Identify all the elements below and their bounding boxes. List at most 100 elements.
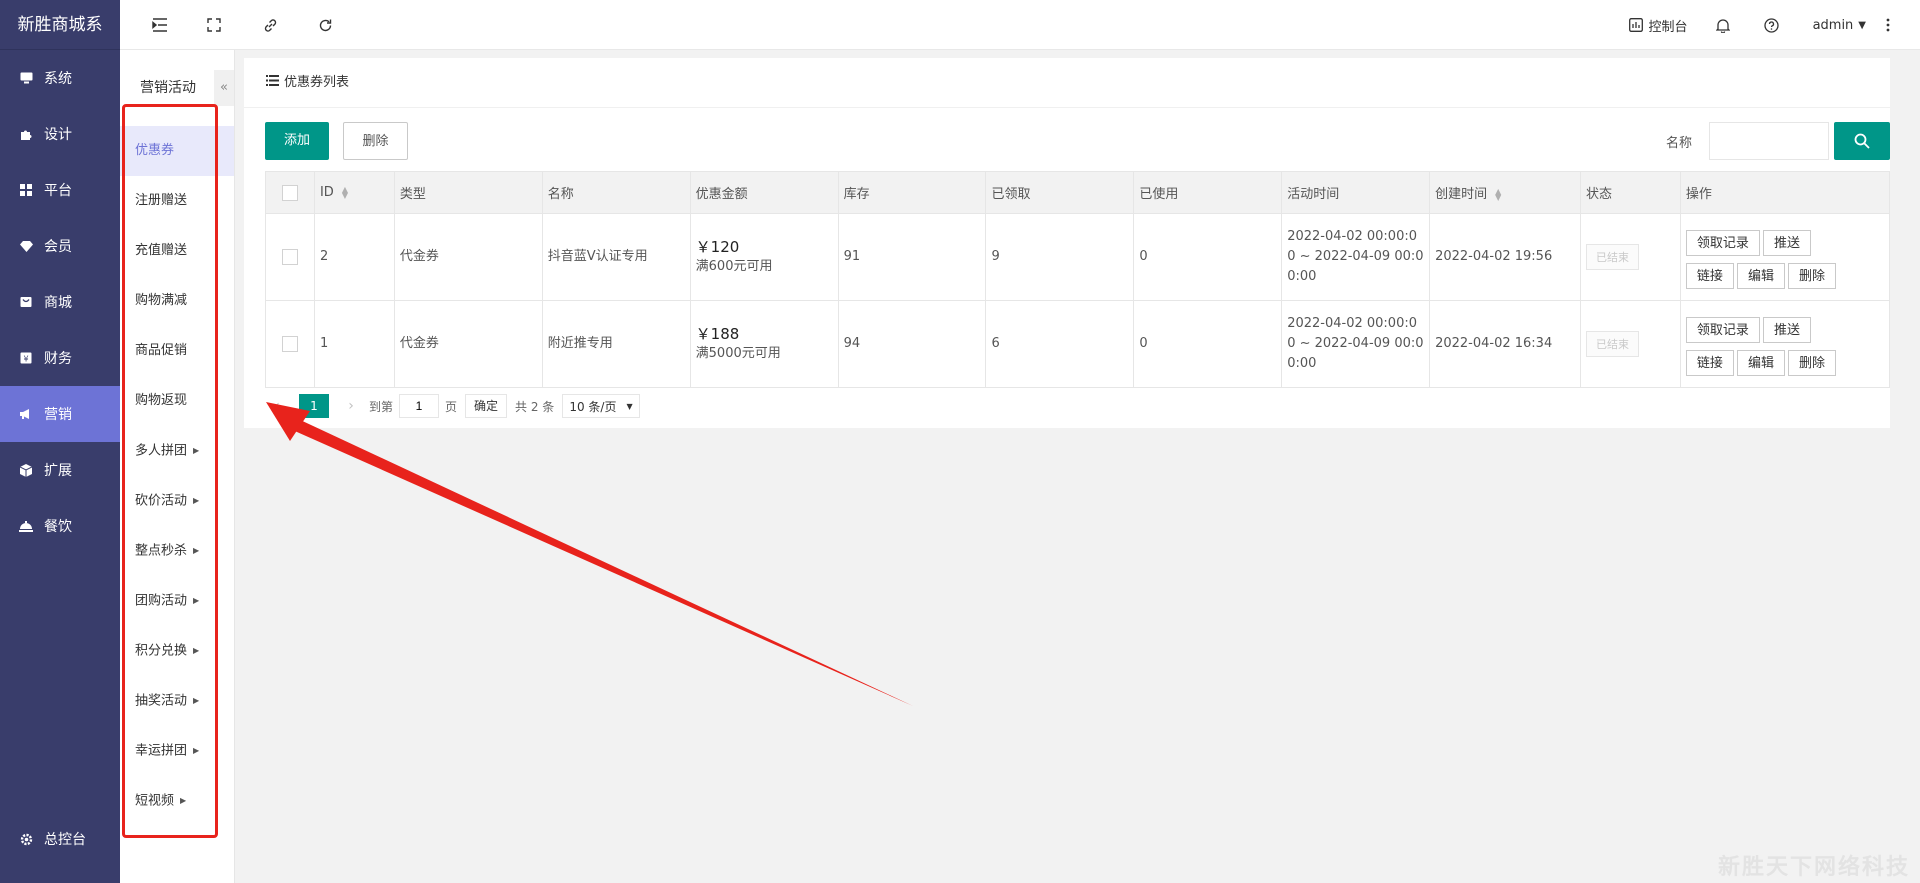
submenu-item-lottery[interactable]: 抽奖活动 ▶ [120,676,234,726]
add-coupon-button[interactable]: 添加 [265,122,329,160]
amount-value: ￥120 [695,238,740,256]
select-all-checkbox[interactable] [281,184,298,201]
receive-record-button[interactable]: 领取记录 [1685,230,1760,256]
list-icon [266,58,279,108]
edit-button[interactable]: 编辑 [1736,263,1785,289]
cell-id: 1 [313,300,395,388]
submenu-item-register-gift[interactable]: 注册赠送 [120,176,234,226]
nav-bottom: 总控台 [0,811,120,867]
submenu-item-coupon[interactable]: 优惠券 [120,126,234,176]
collapse-submenu-button[interactable]: « [214,70,234,106]
submenu-item-label: 优惠券 [135,143,175,158]
bell-icon [1715,18,1730,33]
nav-item-marketing[interactable]: 营销 [0,386,120,442]
pagination: ‹ 1 › 到第 页 确定 共 2 条 10 条/页▼ [265,393,640,419]
cell-actions: 领取记录 推送 链接 编辑 删除 [1679,300,1891,388]
submenu-item-group-buy[interactable]: 多人拼团 ▶ [120,426,234,476]
goto-confirm-button[interactable]: 确定 [465,394,508,418]
nav-item-platform[interactable]: 平台 [0,162,120,218]
nav-item-mall[interactable]: 商城 [0,274,120,330]
push-button[interactable]: 推送 [1762,230,1811,256]
nav-label: 营销 [44,407,72,423]
main-nav: 系统 设计 平台 会员 商城 ¥ 财务 营销 扩展 餐饮 [0,50,120,554]
cell-created: 2022-04-02 19:56 [1429,213,1581,301]
cell-name: 抖音蓝V认证专用 [541,213,691,301]
link-button[interactable]: 链接 [1685,263,1734,289]
column-header-time: 活动时间 [1281,171,1431,214]
caret-right-icon: ▶ [193,546,200,555]
more-button[interactable] [1886,18,1896,32]
sort-icon[interactable]: ▲ ▼ [342,185,348,199]
submenu-item-label: 团购活动 [135,593,188,609]
main-sidebar: 新胜商城系 系统 设计 平台 会员 商城 ¥ 财务 营销 扩展 餐饮 总控台 [0,0,120,883]
cell-status: 已结束 [1579,213,1681,301]
goto-label: 到第 [369,399,394,414]
edit-button[interactable]: 编辑 [1736,350,1785,376]
receive-record-button[interactable]: 领取记录 [1685,317,1760,343]
link-button[interactable]: 链接 [1685,350,1734,376]
caret-right-icon: ▶ [193,496,200,505]
submenu-item-label: 购物满减 [135,293,188,308]
user-menu[interactable]: admin ▼ [1813,18,1866,33]
link-icon[interactable] [260,15,280,35]
table-row: 1 代金券 附近推专用 ￥188 满5000元可用 94 6 0 2022-04-… [265,300,1891,388]
nav-item-finance[interactable]: ¥ 财务 [0,330,120,386]
nav-item-console[interactable]: 总控台 [0,811,120,867]
sort-icon[interactable]: ▲ ▼ [1495,187,1501,201]
delete-button[interactable]: 删除 [1787,350,1836,376]
submenu-item-recharge-gift[interactable]: 充值赠送 [120,226,234,276]
row-checkbox[interactable] [281,335,298,352]
menu-fold-icon[interactable] [150,15,170,35]
delete-button[interactable]: 删除 [1787,263,1836,289]
submenu-item-short-video[interactable]: 短视频 ▶ [120,776,234,826]
nav-item-catering[interactable]: 餐饮 [0,498,120,554]
megaphone-icon [18,406,34,422]
search-button[interactable] [1834,122,1890,160]
help-button[interactable] [1763,17,1785,33]
submenu-item-points-exchange[interactable]: 积分兑换 ▶ [120,626,234,676]
submenu-item-team-buy[interactable]: 团购活动 ▶ [120,576,234,626]
nav-item-design[interactable]: 设计 [0,106,120,162]
submenu-item-label: 抽奖活动 [135,693,188,709]
column-header-received: 已领取 [985,171,1135,214]
page-unit-label: 页 [445,399,458,414]
column-header-stock: 库存 [837,171,987,214]
next-page-icon[interactable]: › [339,398,363,414]
page-size-select[interactable]: 10 条/页 ▼ [562,394,640,418]
submenu-item-flash-sale[interactable]: 整点秒杀 ▶ [120,526,234,576]
double-chevron-left-icon: « [220,80,228,95]
submenu-item-lucky-group[interactable]: 幸运拼团 ▶ [120,726,234,776]
fullscreen-icon[interactable] [204,15,224,35]
submenu-item-full-reduction[interactable]: 购物满减 [120,276,234,326]
wallet-icon: ¥ [18,350,34,366]
cell-type: 代金券 [393,300,543,388]
column-header-created[interactable]: 创建时间 ▲ ▼ [1429,171,1581,214]
nav-item-extension[interactable]: 扩展 [0,442,120,498]
column-header-id[interactable]: ID ▲ ▼ [313,171,395,214]
diamond-icon [18,238,34,254]
caret-down-icon: ▼ [626,401,633,411]
status-badge: 已结束 [1585,244,1639,270]
search-name-input[interactable] [1709,122,1829,160]
console-link[interactable]: 控制台 [1628,16,1688,35]
submenu-item-cashback[interactable]: 购物返现 [120,376,234,426]
row-checkbox[interactable] [281,248,298,265]
goto-page-input[interactable] [399,394,440,418]
column-header-name: 名称 [541,171,691,214]
total-count: 共 2 条 [515,399,555,414]
submenu-item-bargain[interactable]: 砍价活动 ▶ [120,476,234,526]
delete-coupons-button[interactable]: 删除 [343,122,408,160]
prev-page-icon[interactable]: ‹ [265,398,289,414]
submenu-item-label: 幸运拼团 [135,743,188,759]
amount-value: ￥188 [695,325,740,343]
marketing-submenu: 营销活动 « 优惠券 注册赠送 充值赠送 购物满减 商品促销 购物返现 多人拼团… [120,50,235,883]
nav-item-member[interactable]: 会员 [0,218,120,274]
nav-item-system[interactable]: 系统 [0,50,120,106]
push-button[interactable]: 推送 [1762,317,1811,343]
submenu-item-promotion[interactable]: 商品促销 [120,326,234,376]
refresh-icon[interactable] [315,15,335,35]
nav-label: 系统 [44,71,72,87]
notification-button[interactable] [1715,18,1736,33]
page-current[interactable]: 1 [299,394,329,418]
coupon-list-panel: 优惠券列表 添加 删除 名称 ID ▲ ▼ 类型 名称 优惠金额 库存 已领取 已使… [244,58,1891,428]
